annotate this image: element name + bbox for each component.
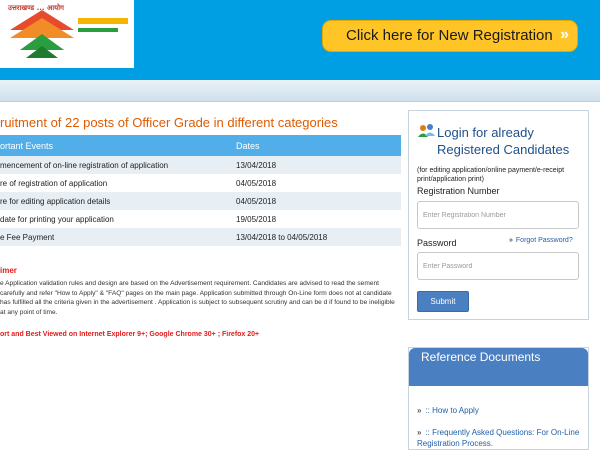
- date-cell: 04/05/2018: [234, 192, 401, 210]
- chevron-right-icon: »: [560, 26, 569, 43]
- reference-link-label: :: Frequently Asked Questions: For On-Li…: [417, 428, 580, 448]
- users-icon: [418, 124, 435, 137]
- important-events-table: ortant Events Dates mencement of on-line…: [0, 135, 401, 246]
- chevron-right-icon: »: [417, 428, 422, 437]
- event-cell: mencement of on-line registration of app…: [0, 156, 234, 174]
- forgot-password-label: Forgot Password?: [515, 237, 573, 244]
- date-cell: 19/05/2018: [234, 210, 401, 228]
- site-header: उत्तराखण्ड ... आयोग Click here for New R…: [0, 0, 600, 80]
- logo-emblem-icon: [10, 10, 128, 58]
- registration-number-input[interactable]: [417, 201, 579, 229]
- disclaimer-text: e Application validation rules and desig…: [0, 280, 395, 316]
- chevron-right-icon: »: [417, 406, 422, 415]
- login-panel: Login for already Registered Candidates …: [408, 110, 589, 320]
- reference-documents-panel: Reference Documents »:: How to Apply »::…: [408, 347, 589, 450]
- reference-link-label: :: How to Apply: [425, 406, 479, 415]
- disclaimer-heading: imer: [0, 266, 17, 275]
- event-cell: re for editing application details: [0, 192, 234, 210]
- table-row: re of registration of application 04/05/…: [0, 174, 401, 192]
- table-row: mencement of on-line registration of app…: [0, 156, 401, 174]
- date-cell: 13/04/2018: [234, 156, 401, 174]
- chevron-right-icon: »: [509, 237, 513, 244]
- page-title: ruitment of 22 posts of Officer Grade in…: [0, 115, 338, 130]
- new-registration-label: Click here for New Registration: [346, 27, 553, 44]
- registration-number-label: Registration Number: [417, 186, 500, 196]
- table-row: e Fee Payment 13/04/2018 to 04/05/2018: [0, 228, 401, 246]
- table-row: re for editing application details 04/05…: [0, 192, 401, 210]
- table-row: date for printing your application 19/05…: [0, 210, 401, 228]
- site-logo[interactable]: उत्तराखण्ड ... आयोग: [0, 0, 134, 68]
- forgot-password-link[interactable]: » Forgot Password?: [509, 237, 573, 244]
- submit-button[interactable]: Submit: [417, 291, 469, 312]
- password-label: Password: [417, 238, 457, 248]
- reference-link-how-to-apply[interactable]: »:: How to Apply: [417, 405, 582, 416]
- event-cell: re of registration of application: [0, 174, 234, 192]
- column-header-events: ortant Events: [0, 135, 234, 156]
- header-subbar: [0, 80, 600, 102]
- reference-link-faq[interactable]: »:: Frequently Asked Questions: For On-L…: [417, 427, 582, 449]
- date-cell: 13/04/2018 to 04/05/2018: [234, 228, 401, 246]
- event-cell: e Fee Payment: [0, 228, 234, 246]
- login-note: (for editing application/online payment/…: [417, 167, 565, 183]
- password-input[interactable]: [417, 252, 579, 280]
- date-cell: 04/05/2018: [234, 174, 401, 192]
- browser-support-note: ort and Best Viewed on Internet Explorer…: [0, 331, 260, 338]
- reference-documents-header: Reference Documents: [409, 348, 588, 386]
- new-registration-button[interactable]: Click here for New Registration »: [322, 20, 578, 52]
- login-title: Login for already Registered Candidates: [437, 125, 570, 157]
- reference-documents-title: Reference Documents: [421, 350, 541, 364]
- column-header-dates: Dates: [234, 135, 401, 156]
- table-header-row: ortant Events Dates: [0, 135, 401, 156]
- event-cell: date for printing your application: [0, 210, 234, 228]
